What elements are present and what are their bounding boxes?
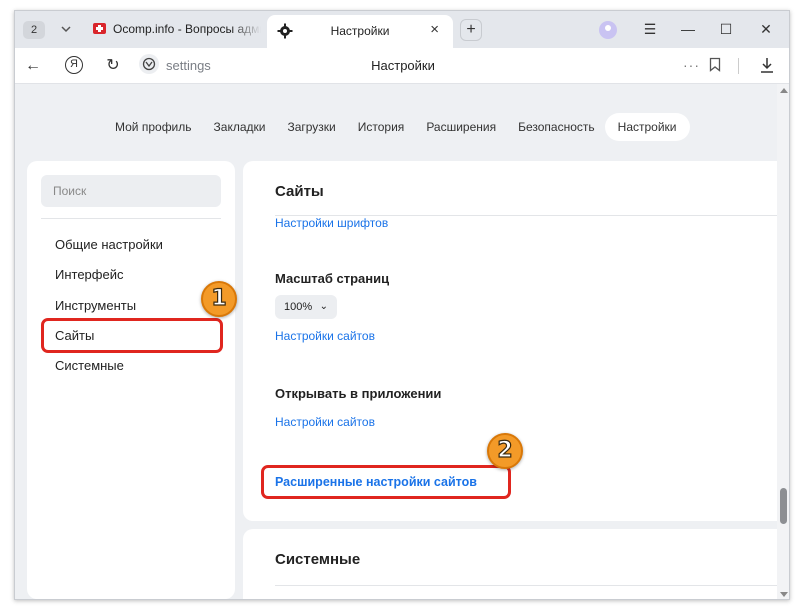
scrollbar[interactable] (777, 84, 789, 599)
address-bar: ← Я ↻ settings Настройки ··· (15, 48, 789, 84)
ocomp-favicon-icon (93, 23, 106, 34)
close-tab-icon[interactable]: × (430, 21, 439, 38)
scroll-down-arrow-icon[interactable] (780, 592, 788, 597)
sites-settings-link-1[interactable]: Настройки сайтов (275, 329, 375, 343)
nav-security[interactable]: Безопасность (518, 120, 595, 134)
tab-count-badge[interactable]: 2 (23, 21, 45, 39)
scrollbar-thumb[interactable] (780, 488, 787, 524)
minimize-icon[interactable]: — (677, 20, 699, 40)
highlight-sites-item (41, 318, 223, 353)
maximize-icon[interactable]: ☐ (715, 20, 737, 40)
nav-history[interactable]: История (358, 120, 405, 134)
font-settings-link[interactable]: Настройки шрифтов (275, 216, 388, 230)
toolbar-divider (738, 58, 739, 74)
highlight-advanced-link (261, 465, 511, 499)
sidebar-item-general[interactable]: Общие настройки (55, 237, 163, 252)
close-window-icon[interactable]: ✕ (755, 20, 777, 40)
sidebar-item-system[interactable]: Системные (55, 358, 124, 373)
nav-extensions[interactable]: Расширения (426, 120, 496, 134)
more-options-icon[interactable]: ··· (683, 57, 700, 73)
sidebar-divider (41, 218, 221, 219)
settings-sidebar: Общие настройки Интерфейс Инструменты Са… (27, 161, 235, 599)
open-in-app-label: Открывать в приложении (275, 386, 442, 401)
zoom-value: 100% (284, 301, 313, 313)
tab-strip: 2 Ocomp.info - Вопросы админу Настройки … (15, 11, 789, 48)
nav-my-profile[interactable]: Мой профиль (115, 120, 192, 134)
scroll-up-arrow-icon[interactable] (780, 88, 788, 93)
section-title-system: Системные (275, 551, 361, 568)
nav-bookmarks[interactable]: Закладки (214, 120, 266, 134)
new-tab-button[interactable]: + (460, 19, 482, 41)
menu-icon[interactable]: ☰ (639, 20, 661, 40)
zoom-select[interactable]: 100% ⌄ (275, 295, 337, 319)
step-2-badge: 2 (487, 433, 523, 469)
search-input[interactable] (41, 175, 221, 207)
tab-ocomp[interactable]: Ocomp.info - Вопросы админу (87, 18, 263, 42)
profile-avatar-icon[interactable] (599, 21, 617, 39)
section-title-sites: Сайты (275, 183, 324, 200)
tab-list-chevron-icon[interactable] (57, 19, 75, 39)
nav-settings[interactable]: Настройки (604, 113, 690, 141)
sidebar-item-tools[interactable]: Инструменты (55, 298, 136, 313)
chevron-down-icon: ⌄ (319, 301, 328, 312)
page-title: Настройки (371, 58, 435, 73)
bookmark-icon[interactable] (709, 57, 721, 72)
download-icon[interactable] (759, 56, 775, 74)
browser-window: 2 Ocomp.info - Вопросы админу Настройки … (14, 10, 790, 600)
sidebar-item-interface[interactable]: Интерфейс (55, 267, 123, 282)
tab-ocomp-title: Ocomp.info - Вопросы админу (113, 22, 261, 36)
step-1-badge: 1 (201, 281, 237, 317)
tab-settings-title: Настройки (330, 24, 390, 38)
page-scale-label: Масштаб страниц (275, 271, 390, 286)
nav-downloads[interactable]: Загрузки (287, 120, 335, 134)
tab-settings[interactable]: Настройки × (267, 15, 453, 48)
sites-settings-link-2[interactable]: Настройки сайтов (275, 415, 375, 429)
system-settings-panel: Системные (243, 529, 777, 599)
settings-content: Мой профиль Закладки Загрузки История Ра… (15, 84, 789, 599)
section-divider (275, 585, 777, 586)
settings-top-nav: Мой профиль Закладки Загрузки История Ра… (115, 112, 712, 142)
